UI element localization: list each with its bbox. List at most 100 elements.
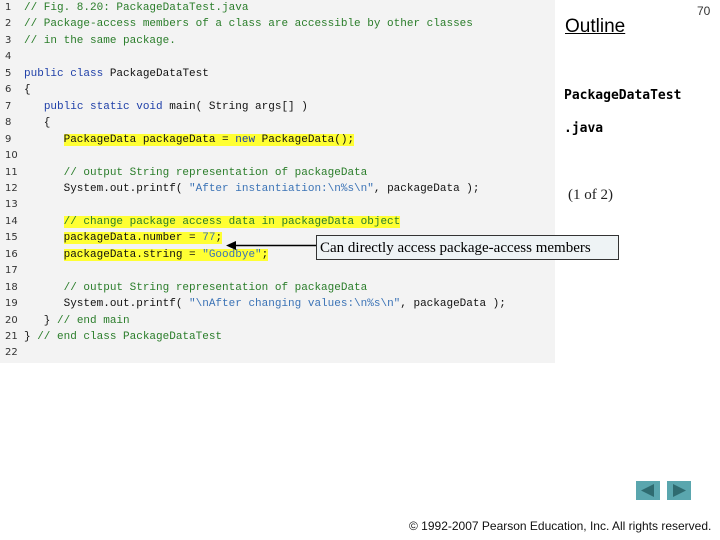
code-token: { [24, 117, 51, 130]
code-comment: // Fig. 8.20: PackageDataTest.java [24, 2, 249, 14]
code-text: System.out.printf( "After instantiation:… [24, 181, 480, 198]
code-token: packageData.number = [63, 232, 203, 245]
line-number: 1 [5, 2, 12, 13]
callout-arrow-icon [226, 241, 317, 250]
code-line: 22 [0, 345, 555, 362]
code-text: PackageData packageData = new PackageDat… [24, 132, 355, 149]
next-slide-button[interactable] [667, 481, 691, 500]
line-number: 7 [5, 100, 12, 112]
code-line: 12 System.out.printf( "After instantiati… [0, 181, 555, 198]
line-number: 20 [5, 314, 18, 326]
page-number: 70 [697, 4, 711, 18]
code-text: packageData.number = 77; [24, 230, 223, 247]
code-line: 5 public class PackageDataTest [0, 66, 555, 83]
code-line: 6{ [0, 82, 555, 99]
code-string: "\nAfter changing values:\n%s\n" [189, 298, 401, 311]
code-line: 9 PackageData packageData = new PackageD… [0, 132, 555, 149]
code-comment: // end class PackageDataTest [37, 331, 223, 343]
code-line: 10 [0, 148, 555, 165]
triangle-left-icon [641, 484, 654, 497]
code-comment: // in the same package. [24, 34, 176, 47]
code-line: 4 [0, 49, 555, 66]
line-number: 12 [5, 182, 18, 194]
file-name: PackageDataTest [564, 88, 682, 103]
code-token: ; [215, 232, 223, 245]
line-number: 2 [5, 18, 12, 30]
code-listing: 1 // Fig. 8.20: PackageDataTest.java 2 // P… [0, 0, 555, 363]
callout-box: Can directly access package-access membe… [316, 235, 619, 260]
line-number: 4 [5, 51, 12, 63]
code-token: System.out.printf( [24, 298, 190, 311]
line-number: 13 [5, 199, 18, 211]
code-token: , packageData ); [400, 298, 506, 311]
outline-link[interactable]: Outline [565, 16, 625, 38]
code-token: PackageData packageData = [63, 133, 236, 146]
line-number: 8 [5, 117, 12, 129]
code-comment: // output String representation of packa… [63, 166, 368, 179]
code-text: // change package access data in package… [24, 214, 401, 231]
code-string: 77 [202, 232, 216, 245]
line-number: 15 [5, 232, 18, 244]
code-string: "After instantiation:\n%s\n" [189, 182, 374, 195]
code-line: 20 } // end main [0, 313, 555, 330]
line-number: 9 [5, 133, 12, 145]
code-comment: // change package access data in package… [63, 215, 401, 228]
code-line: 1 // Fig. 8.20: PackageDataTest.java [0, 0, 555, 17]
line-number: 21 [5, 331, 18, 342]
prev-slide-button[interactable] [636, 481, 660, 500]
line-number: 10 [5, 150, 18, 162]
code-text: // Fig. 8.20: PackageDataTest.java [24, 0, 248, 17]
line-number: 14 [5, 215, 18, 227]
copyright-notice: © 1992-2007 Pearson Education, Inc. All … [409, 519, 712, 533]
code-token: packageData.string = [63, 248, 203, 261]
code-text: System.out.printf( "\nAfter changing val… [24, 296, 506, 313]
code-keyword: public static void [43, 100, 170, 113]
code-token: , packageData ); [373, 182, 480, 195]
code-keyword: public class [24, 67, 110, 80]
line-number: 3 [5, 34, 12, 46]
code-text: // in the same package. [24, 33, 176, 50]
code-text: } // end class PackageDataTest [24, 329, 222, 346]
code-text: { [24, 115, 51, 132]
line-number: 5 [5, 67, 12, 79]
code-token: { [24, 84, 31, 97]
line-number: 6 [5, 84, 12, 96]
line-number: 11 [5, 166, 18, 178]
line-number: 19 [5, 298, 18, 310]
code-token: PackageDataTest [109, 67, 209, 80]
line-number: 22 [5, 347, 18, 359]
line-number: 18 [5, 281, 18, 293]
code-token: System.out.printf( [24, 182, 190, 195]
line-number: 17 [5, 265, 18, 277]
code-text: public class PackageDataTest [24, 66, 209, 83]
line-number: 16 [5, 248, 18, 260]
code-line: 8 { [0, 115, 555, 132]
code-line: 17 [0, 263, 555, 280]
code-keyword: new [235, 133, 262, 146]
code-token: PackageData(); [261, 133, 355, 146]
part-label: (1 of 2) [568, 187, 613, 203]
code-text: { [24, 82, 31, 99]
code-line: 11 // output String representation of pa… [0, 165, 555, 182]
code-line: 21 } // end class PackageDataTest [0, 329, 555, 346]
code-comment: // end main [57, 314, 130, 327]
code-comment: // output String representation of packa… [63, 281, 368, 294]
code-text: // Package-access members of a class are… [24, 16, 473, 33]
code-token: } [24, 314, 58, 327]
code-line: 13 [0, 197, 555, 214]
code-text: } // end main [24, 313, 130, 330]
code-text: // output String representation of packa… [24, 165, 368, 182]
code-line: 7 public static void main( String args[]… [0, 99, 555, 116]
code-line: 14 // change package access data in pack… [0, 214, 555, 231]
code-text: public static void main( String args[] ) [24, 99, 308, 116]
triangle-right-icon [673, 484, 686, 497]
code-line: 18 // output String representation of pa… [0, 280, 555, 297]
code-line: 19 System.out.printf( "\nAfter changing … [0, 296, 555, 313]
code-comment: // Package-access members of a class are… [24, 18, 473, 31]
